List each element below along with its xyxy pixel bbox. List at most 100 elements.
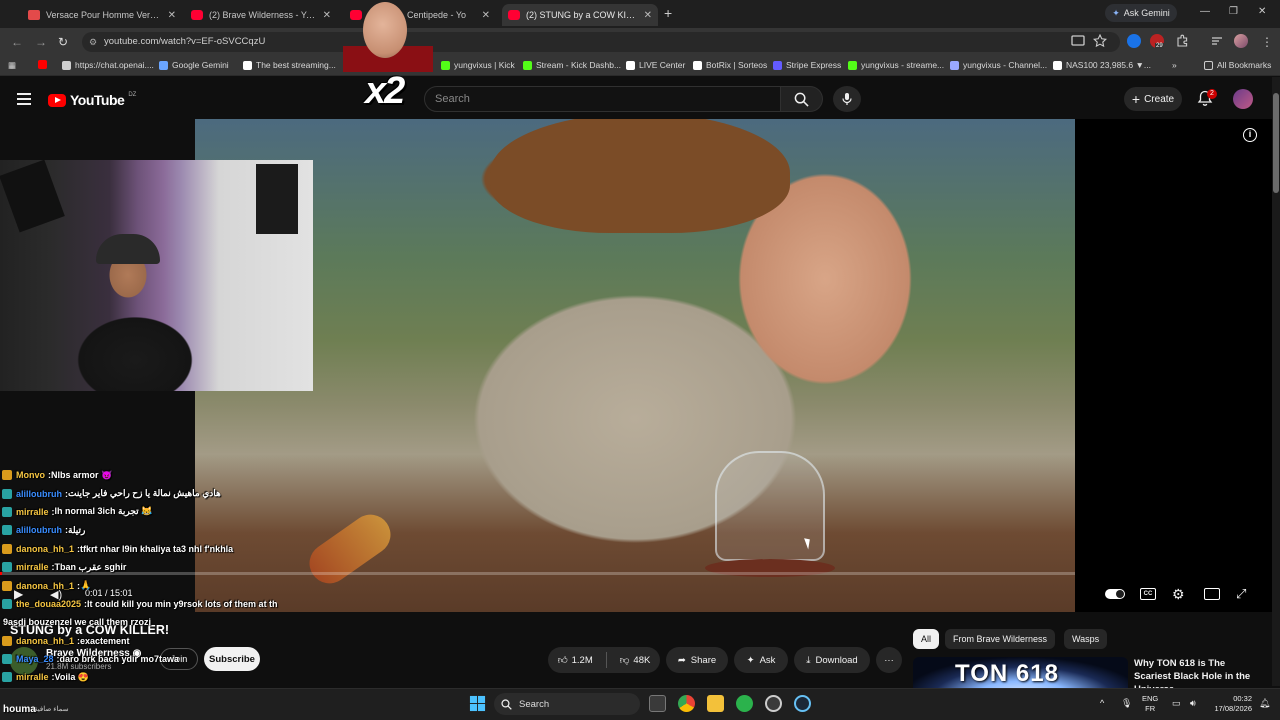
meme-reaction-overlay: x2 (343, 0, 433, 116)
create-button[interactable]: + Create (1124, 87, 1182, 111)
tab-close-icon[interactable]: ✕ (644, 10, 652, 21)
taskbar-search[interactable]: Search (494, 693, 640, 715)
chat-username: Monvo (16, 470, 45, 481)
minimize-icon[interactable]: — (1200, 6, 1210, 17)
tab-close-icon[interactable]: ✕ (323, 10, 331, 21)
apps-grid-icon[interactable]: ▦ (8, 60, 16, 71)
chat-badge-icon (2, 543, 12, 554)
ask-button[interactable]: ✦ Ask (734, 647, 788, 673)
search-input[interactable]: Search (424, 86, 781, 112)
bookmarks-overflow-icon[interactable]: » (1172, 60, 1177, 70)
autoplay-toggle[interactable] (1105, 586, 1125, 602)
ask-gemini-button[interactable]: ✦ Ask Gemini (1105, 4, 1177, 22)
obs-icon[interactable] (765, 695, 782, 712)
bookmark-item[interactable]: The best streaming... (243, 60, 336, 70)
microphone-icon (842, 93, 852, 105)
bookmark-item[interactable]: Stripe Express (773, 60, 841, 70)
bookmark-item[interactable]: NAS100 23,985.6 ▼... (1053, 60, 1151, 70)
versace-favicon-icon (28, 10, 40, 20)
network-icon[interactable]: ▭ (1172, 698, 1181, 708)
restore-icon[interactable]: ❐ (1229, 6, 1238, 17)
reload-icon[interactable]: ↻ (58, 35, 68, 49)
chip-from-channel[interactable]: From Brave Wilderness (945, 629, 1056, 649)
youtube-wordmark: YouTube (70, 92, 125, 108)
notification-center-icon[interactable]: 🔔︎ (1259, 698, 1270, 708)
tray-overflow-icon[interactable]: ^ (1100, 698, 1104, 708)
voice-search-button[interactable] (833, 86, 861, 112)
steam-icon[interactable] (794, 695, 811, 712)
miniplayer-icon[interactable] (1204, 588, 1220, 600)
tray-mic-icon[interactable]: 🎙︎ (1121, 698, 1132, 708)
site-info-icon[interactable]: ⚙ (89, 32, 97, 52)
chip-all[interactable]: All (913, 629, 940, 649)
windows-start-icon[interactable] (469, 695, 486, 712)
profile-avatar[interactable] (1234, 34, 1248, 48)
thumbs-down-icon: 👎︎ (619, 655, 630, 666)
tab-close-icon[interactable]: ✕ (168, 10, 176, 21)
recommended-thumbnail[interactable]: TON 618 (913, 657, 1128, 689)
extension-blue-icon[interactable] (1127, 34, 1141, 48)
video-player[interactable] (195, 119, 1075, 612)
bookmark-item[interactable]: yungvixus - Channel... (950, 60, 1047, 70)
bookmark-favicon-icon (950, 60, 959, 70)
chat-message: mirralle: Tban عقرب sghir (0, 558, 310, 576)
bookmark-item[interactable]: Stream - Kick Dashb... (523, 60, 621, 70)
install-app-icon[interactable] (1071, 34, 1085, 48)
chat-text: 9asdi bouzenzel we call them rzozi (3, 617, 152, 628)
chat-username: the_douaa2025 (16, 598, 82, 609)
chrome-menu-icon[interactable]: ⋮ (1261, 35, 1273, 49)
bookmark-item[interactable]: LIVE Center (626, 60, 685, 70)
lang-top: ENG (1142, 694, 1159, 703)
url-bar[interactable]: ⚙ youtube.com/watch?v=EF-oSVCCqzU (82, 32, 1120, 52)
page-scrollbar[interactable] (1272, 77, 1280, 686)
bookmark-star-icon[interactable] (1093, 34, 1107, 48)
close-window-icon[interactable]: ✕ (1258, 6, 1266, 17)
like-button[interactable]: 👍︎ 1.2M (550, 654, 601, 667)
folder-icon (1204, 60, 1213, 70)
media-controls-icon[interactable] (1210, 34, 1224, 48)
settings-gear-icon[interactable]: ⚙ (1172, 586, 1185, 602)
task-view-icon[interactable] (649, 695, 666, 712)
bookmark-item[interactable]: BotRix | Sorteos (693, 60, 767, 70)
language-indicator[interactable]: ENG FR (1142, 694, 1158, 714)
account-avatar[interactable] (1233, 89, 1253, 109)
bookmark-item[interactable]: yungvixus - streame... (848, 60, 944, 70)
search-placeholder: Search (435, 93, 470, 105)
dislike-button[interactable]: 👎︎ 48K (612, 654, 659, 667)
youtube-bookmark-icon[interactable] (38, 60, 47, 69)
browser-tab-1[interactable]: Versace Pour Homme Versace C ✕ (22, 4, 182, 26)
guide-menu-icon[interactable] (17, 93, 31, 108)
desktop-label: houma (3, 704, 36, 715)
more-actions-icon[interactable]: ··· (876, 647, 902, 673)
file-explorer-icon[interactable] (707, 695, 724, 712)
bookmark-item[interactable]: Google Gemini (159, 60, 229, 70)
chip-wasps[interactable]: Wasps (1064, 629, 1108, 649)
video-info-icon[interactable]: i (1243, 128, 1257, 142)
share-button[interactable]: ➦ Share (666, 647, 728, 673)
download-button[interactable]: ⤓ Download (794, 647, 870, 673)
scrollbar-thumb[interactable] (1273, 93, 1279, 193)
back-icon[interactable]: ← (11, 35, 23, 49)
youtube-logo[interactable]: YouTube DZ (48, 92, 136, 108)
like-count: 1.2M (571, 654, 593, 666)
forward-icon[interactable]: → (35, 35, 47, 49)
browser-tab-2[interactable]: (2) Brave Wilderness - YouTube ✕ (185, 4, 337, 26)
chip-label: All (921, 634, 932, 644)
speaker-icon[interactable]: 🔊︎ (1190, 698, 1196, 708)
clock[interactable]: 00:32 17/08/2026 (1212, 694, 1252, 714)
captions-icon[interactable]: CC (1140, 588, 1156, 600)
extensions-puzzle-icon[interactable] (1175, 34, 1189, 48)
bookmark-item[interactable]: https://chat.openai.... (62, 60, 154, 70)
browser-tab-4-active[interactable]: (2) STUNG by a COW KILLER! - ✕ (502, 4, 658, 26)
tab-close-icon[interactable]: ✕ (482, 10, 490, 21)
chat-text: رتيلة (68, 524, 86, 535)
bookmark-label: yungvixus | Kick (454, 60, 515, 70)
browser-tab-strip: Versace Pour Homme Versace C ✕ (2) Brave… (0, 0, 1280, 28)
app-green-icon[interactable] (736, 695, 753, 712)
chrome-taskbar-icon[interactable] (678, 695, 695, 712)
all-bookmarks-item[interactable]: All Bookmarks (1204, 60, 1271, 70)
new-tab-icon[interactable]: + (664, 5, 672, 21)
fullscreen-icon[interactable]: ⤢ (1236, 586, 1246, 602)
search-button[interactable] (781, 86, 823, 112)
bookmark-item[interactable]: yungvixus | Kick (441, 60, 515, 70)
